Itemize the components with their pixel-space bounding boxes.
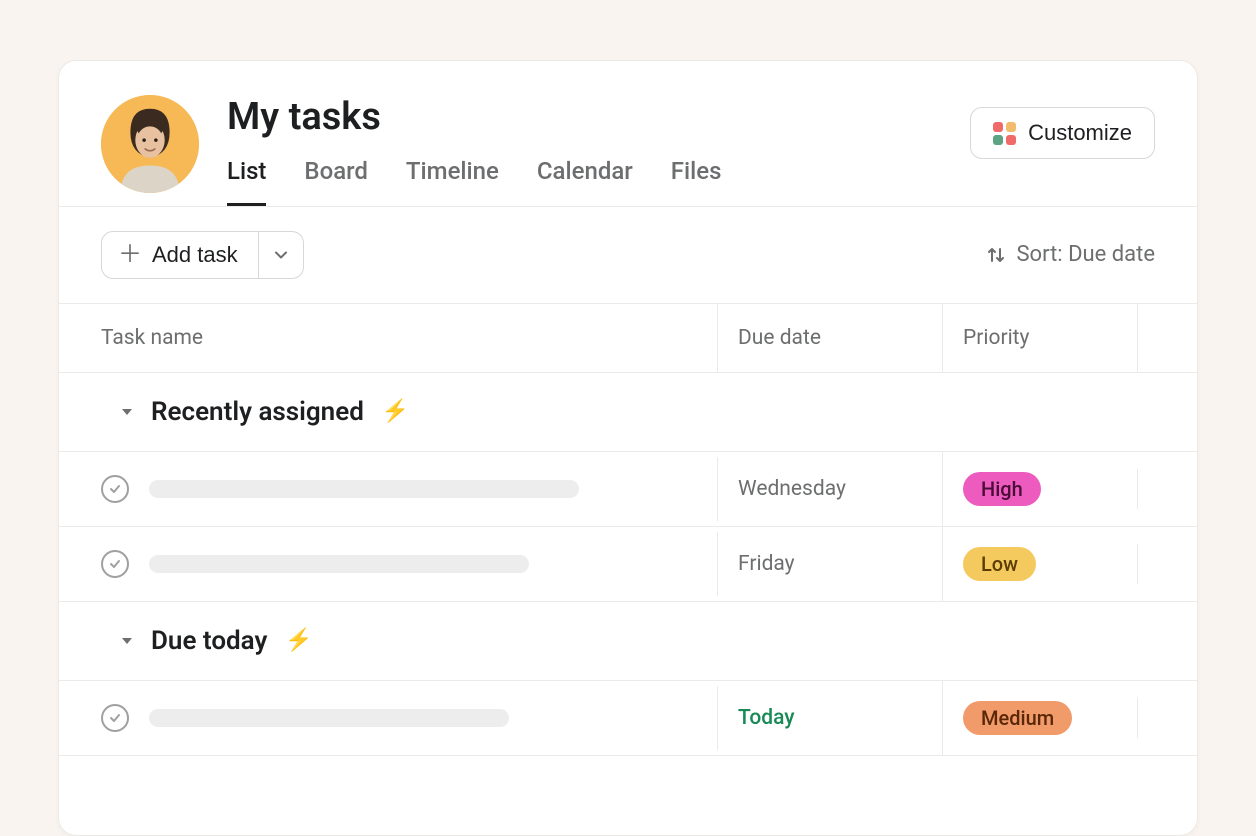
col-task-name[interactable]: Task name [59, 304, 717, 372]
col-extra [1137, 304, 1197, 372]
toolbar: ＋ Add task Sort: Due date [59, 207, 1197, 303]
caret-down-icon [119, 633, 135, 649]
table-header-row: Task name Due date Priority [59, 303, 1197, 373]
task-due-cell[interactable]: Wednesday [717, 457, 942, 521]
task-row[interactable]: Wednesday High [59, 452, 1197, 527]
task-row[interactable]: Today Medium [59, 681, 1197, 756]
tab-calendar[interactable]: Calendar [537, 157, 633, 206]
customize-button[interactable]: Customize [970, 107, 1155, 159]
priority-pill: High [963, 472, 1041, 506]
section-title: Due today [151, 626, 267, 656]
sort-control[interactable]: Sort: Due date [986, 242, 1155, 267]
plus-icon: ＋ [118, 243, 142, 267]
chevron-down-icon [273, 247, 289, 263]
task-due-cell[interactable]: Today [717, 686, 942, 750]
priority-pill: Medium [963, 701, 1072, 735]
tab-list[interactable]: List [227, 157, 266, 206]
task-name-placeholder [149, 480, 579, 498]
view-tabs: List Board Timeline Calendar Files [227, 157, 1155, 206]
caret-down-icon [119, 404, 135, 420]
priority-pill: Low [963, 547, 1036, 581]
task-priority-cell[interactable]: Medium [942, 681, 1137, 755]
add-task-button[interactable]: ＋ Add task [101, 231, 259, 279]
bolt-icon: ⚡ [382, 399, 409, 424]
task-table: Task name Due date Priority Recently ass… [59, 303, 1197, 756]
task-extra-cell [1137, 544, 1197, 584]
complete-task-checkbox[interactable] [101, 475, 129, 503]
tab-board[interactable]: Board [304, 157, 368, 206]
complete-task-checkbox[interactable] [101, 550, 129, 578]
add-task-label: Add task [152, 242, 238, 268]
bolt-icon: ⚡ [285, 628, 312, 653]
task-name-placeholder [149, 709, 509, 727]
task-extra-cell [1137, 698, 1197, 738]
task-row[interactable]: Friday Low [59, 527, 1197, 602]
avatar[interactable] [101, 95, 199, 193]
add-task-group: ＋ Add task [101, 231, 304, 279]
task-extra-cell [1137, 469, 1197, 509]
tab-files[interactable]: Files [671, 157, 722, 206]
check-icon [108, 557, 122, 571]
sort-label: Sort: Due date [1016, 242, 1155, 267]
avatar-image [101, 95, 199, 193]
col-priority[interactable]: Priority [942, 304, 1137, 372]
header: My tasks ListBoardTimelineCalendarFiles … [59, 61, 1197, 207]
task-priority-cell[interactable]: Low [942, 527, 1137, 601]
task-priority-cell[interactable]: High [942, 452, 1137, 526]
add-task-dropdown-button[interactable] [259, 231, 304, 279]
task-name-cell [59, 684, 717, 752]
complete-task-checkbox[interactable] [101, 704, 129, 732]
section-title: Recently assigned [151, 397, 364, 427]
check-icon [108, 482, 122, 496]
task-name-placeholder [149, 555, 529, 573]
col-due-date[interactable]: Due date [717, 304, 942, 372]
task-due-cell[interactable]: Friday [717, 532, 942, 596]
sort-arrows-icon [986, 245, 1006, 265]
customize-label: Customize [1028, 120, 1132, 146]
check-icon [108, 711, 122, 725]
tab-timeline[interactable]: Timeline [406, 157, 499, 206]
section-header[interactable]: Due today ⚡ [59, 602, 1197, 681]
task-name-cell [59, 455, 717, 523]
customize-icon [993, 122, 1016, 145]
section-header[interactable]: Recently assigned ⚡ [59, 373, 1197, 452]
task-name-cell [59, 530, 717, 598]
my-tasks-card: My tasks ListBoardTimelineCalendarFiles … [58, 60, 1198, 836]
